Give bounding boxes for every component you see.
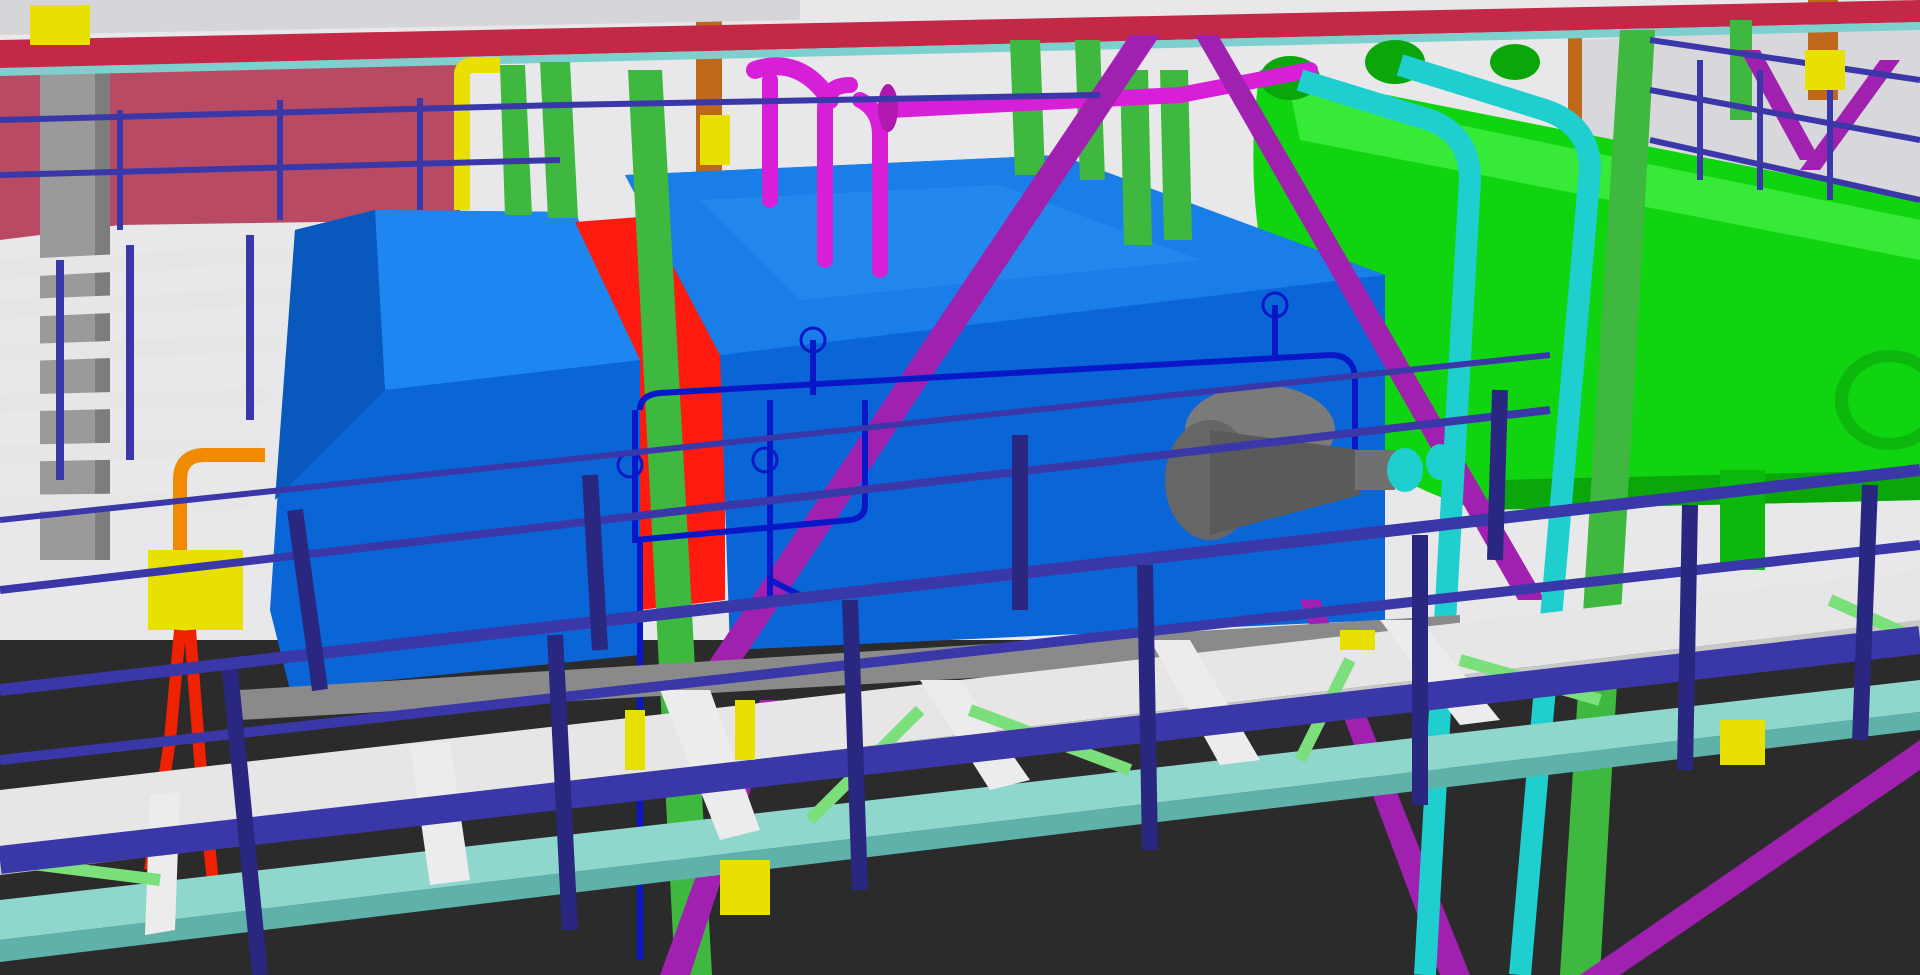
grey-column-left-shade — [95, 70, 110, 560]
magenta-flange — [878, 84, 898, 132]
plant-3d-viewport[interactable] — [0, 0, 1920, 975]
scene-render — [0, 0, 1920, 975]
